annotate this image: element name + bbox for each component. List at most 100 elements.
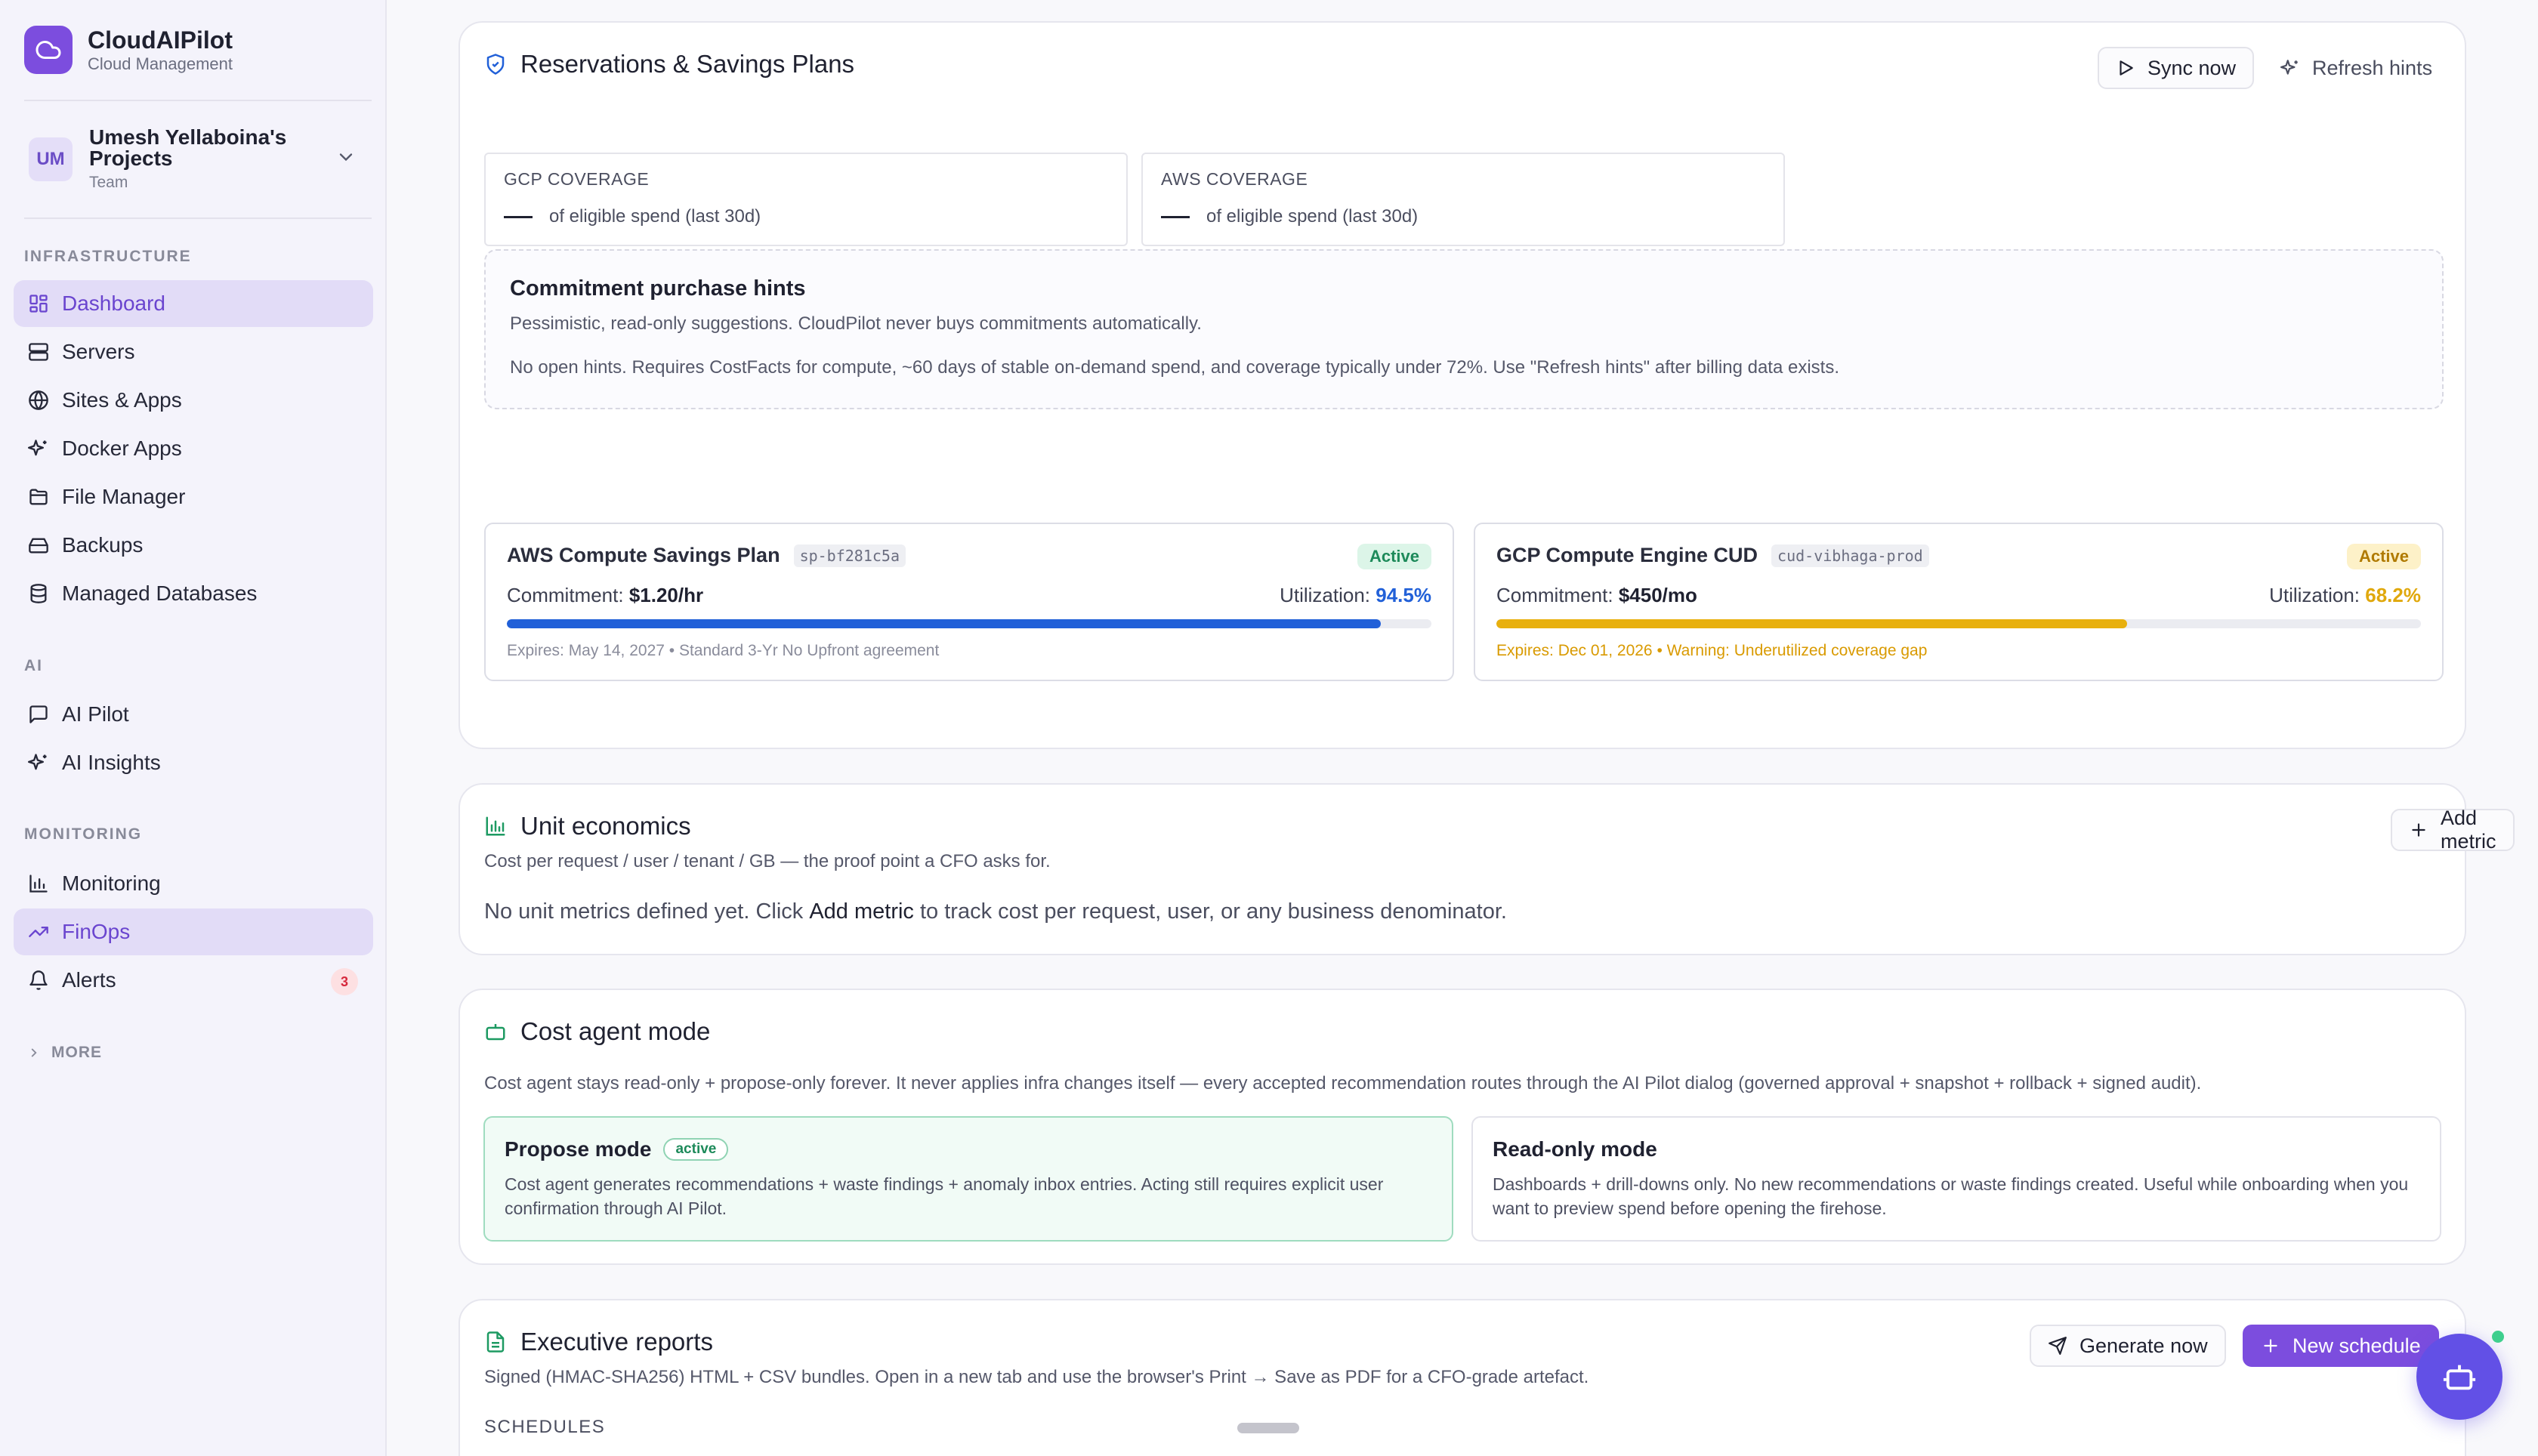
sidebar-item-files[interactable]: File Manager: [14, 474, 373, 520]
commitment-hints-panel: Commitment purchase hints Pessimistic, r…: [484, 249, 2444, 409]
sync-now-button[interactable]: Sync now: [2098, 47, 2255, 89]
scroll-handle[interactable]: [1237, 1423, 1299, 1433]
plan-card[interactable]: GCP Compute Engine CUD cud-vibhaga-prod A…: [1474, 523, 2444, 681]
brand-subtitle: Cloud Management: [88, 54, 233, 73]
send-icon: [2048, 1336, 2079, 1356]
sidebar-item-alerts[interactable]: Alerts 3: [14, 957, 373, 1004]
commitment-value: $450/mo: [1618, 584, 1697, 606]
chevron-right-icon: [27, 1046, 41, 1060]
hints-title: Commitment purchase hints: [510, 276, 806, 301]
utilization-label: Utilization:: [2269, 584, 2360, 606]
sidebar-item-sites[interactable]: Sites & Apps: [14, 377, 373, 424]
hard-drive-icon: [26, 532, 51, 558]
unit-economics-subtitle: Cost per request / user / tenant / GB — …: [484, 851, 1051, 871]
sidebar-item-databases[interactable]: Managed Databases: [14, 570, 373, 617]
more-toggle[interactable]: MORE: [27, 1044, 102, 1062]
propose-mode-option[interactable]: Propose mode active Cost agent generates …: [483, 1116, 1453, 1242]
plan-footer: Expires: May 14, 2027 • Standard 3-Yr No…: [507, 642, 940, 659]
sidebar-item-label: Servers: [62, 340, 135, 363]
aws-coverage-label: AWS COVERAGE: [1161, 169, 1308, 189]
project-avatar: UM: [29, 137, 73, 181]
add-metric-link[interactable]: Add metric: [809, 899, 914, 924]
plan-code: sp-bf281c5a: [793, 544, 906, 567]
sidebar-item-ai-insights[interactable]: AI Insights: [14, 739, 373, 786]
executive-reports-subtitle: Signed (HMAC-SHA256) HTML + CSV bundles.…: [484, 1367, 1589, 1387]
plus-icon: [2261, 1336, 2293, 1356]
sidebar-item-servers[interactable]: Servers: [14, 329, 373, 375]
sparkles-icon: [2280, 58, 2312, 78]
bot-icon: [484, 1020, 507, 1043]
reservations-card: Reservations & Savings Plans Sync now Re…: [459, 21, 2466, 749]
commitment-label: Commitment:: [1496, 584, 1613, 606]
new-schedule-button[interactable]: New schedule: [2243, 1325, 2439, 1367]
divider: [24, 217, 372, 219]
section-label-infrastructure: INFRASTRUCTURE: [24, 248, 192, 265]
status-badge: Active: [2346, 544, 2421, 569]
sidebar-item-dashboard[interactable]: Dashboard: [14, 280, 373, 327]
cost-agent-title: Cost agent mode: [484, 1017, 710, 1046]
sidebar-item-ai-pilot[interactable]: AI Pilot: [14, 691, 373, 738]
readonly-mode-description: Dashboards + drill-downs only. No new re…: [1493, 1174, 2409, 1218]
sidebar-item-backups[interactable]: Backups: [14, 522, 373, 569]
sidebar-item-label: Monitoring: [62, 871, 161, 895]
plan-name: AWS Compute Savings Plan: [507, 544, 780, 566]
status-badge: Active: [1357, 544, 1431, 569]
section-label-monitoring: MONITORING: [24, 825, 143, 843]
bot-icon: [2442, 1359, 2477, 1394]
online-indicator: [2492, 1331, 2504, 1343]
utilization-bar-fill: [507, 619, 1381, 628]
sparkles-icon: [26, 750, 51, 776]
add-metric-button[interactable]: Add metric: [2391, 807, 2515, 853]
sidebar-item-label: AI Insights: [62, 751, 161, 774]
more-label: MORE: [51, 1044, 102, 1061]
gcp-coverage-label: GCP COVERAGE: [504, 169, 650, 189]
shield-check-icon: [484, 53, 507, 76]
utilization-bar: [507, 619, 1431, 628]
sidebar-item-label: Docker Apps: [62, 436, 182, 460]
commitment-label: Commitment:: [507, 584, 624, 606]
active-badge: active: [663, 1138, 729, 1161]
coverage-caption: of eligible spend (last 30d): [1206, 206, 1419, 227]
readonly-mode-option[interactable]: Read-only mode Dashboards + drill-downs …: [1471, 1116, 2441, 1242]
plan-card[interactable]: AWS Compute Savings Plan sp-bf281c5a Acti…: [484, 523, 1454, 681]
sidebar-item-finops[interactable]: FinOps: [14, 908, 373, 955]
bar-chart-icon: [484, 815, 507, 838]
gcp-coverage-box: GCP COVERAGE of eligible spend (last 30d…: [484, 153, 1128, 246]
commitment-value: $1.20/hr: [628, 584, 704, 606]
trending-up-icon: [26, 919, 51, 945]
generate-now-button[interactable]: Generate now: [2030, 1325, 2226, 1367]
coverage-empty-dash: [1161, 215, 1190, 218]
sidebar-item-label: Dashboard: [62, 292, 165, 315]
brand[interactable]: CloudAIPilot Cloud Management: [24, 26, 233, 74]
ai-assistant-button[interactable]: [2416, 1334, 2502, 1420]
propose-mode-title: Propose mode: [505, 1137, 652, 1161]
cost-agent-subtitle: Cost agent stays read-only + propose-onl…: [484, 1073, 2202, 1094]
sidebar-item-label: Managed Databases: [62, 581, 258, 605]
refresh-hints-button[interactable]: Refresh hints: [2262, 47, 2450, 89]
aws-coverage-box: AWS COVERAGE of eligible spend (last 30d…: [1141, 153, 1785, 246]
project-name: Umesh Yellaboina's Projects: [89, 125, 287, 170]
sidebar-item-monitoring[interactable]: Monitoring: [14, 860, 373, 907]
readonly-mode-title: Read-only mode: [1493, 1137, 1657, 1161]
plus-icon: [2409, 820, 2441, 840]
sidebar-item-docker[interactable]: Docker Apps: [14, 425, 373, 472]
unit-economics-title: Unit economics: [484, 812, 691, 841]
brand-name: CloudAIPilot: [88, 26, 233, 54]
unit-economics-empty-message: No unit metrics defined yet. Click Add m…: [484, 899, 1507, 924]
utilization-value: 68.2%: [2365, 584, 2421, 606]
globe-icon: [26, 387, 51, 413]
hints-subtitle: Pessimistic, read-only suggestions. Clou…: [510, 313, 1202, 334]
sidebar-item-label: Backups: [62, 533, 144, 557]
sidebar-item-label: Alerts: [62, 968, 116, 992]
project-switcher[interactable]: UM Umesh Yellaboina's Projects Team: [29, 124, 361, 195]
message-square-icon: [26, 702, 51, 727]
reservations-title: Reservations & Savings Plans: [484, 50, 854, 79]
utilization-bar-fill: [1496, 619, 2127, 628]
utilization-value: 94.5%: [1376, 584, 1431, 606]
section-label-ai: AI: [24, 657, 43, 674]
executive-reports-card: Executive reports Generate now New sched…: [459, 1299, 2466, 1456]
bell-icon: [26, 967, 51, 993]
divider: [24, 100, 372, 101]
utilization-bar: [1496, 619, 2421, 628]
dashboard-icon: [26, 291, 51, 316]
